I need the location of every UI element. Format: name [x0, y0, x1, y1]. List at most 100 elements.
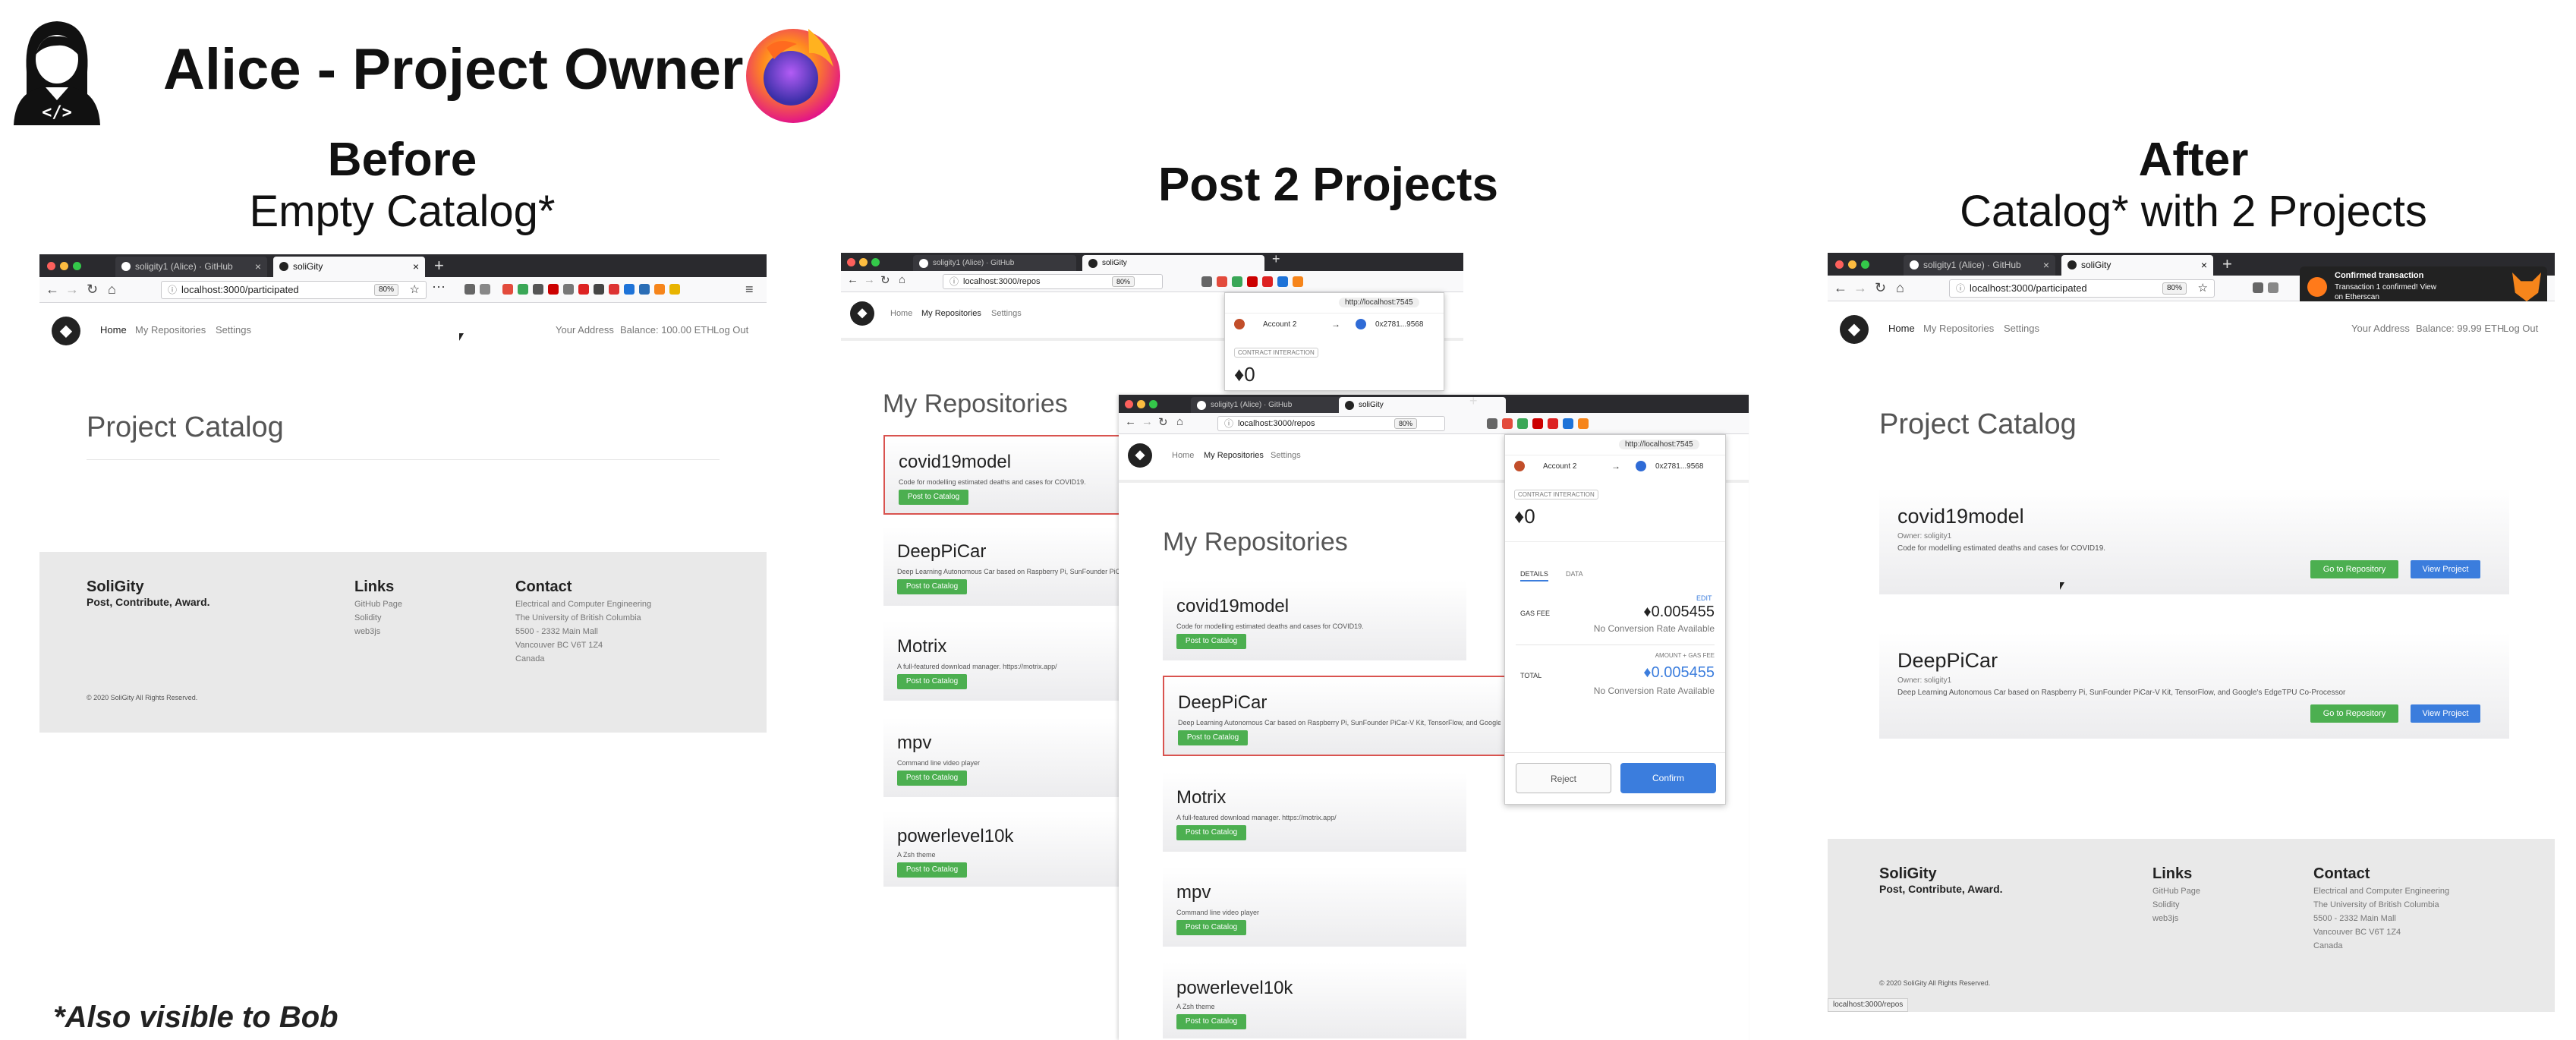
edit-gas-link[interactable]: EDIT — [1696, 594, 1712, 602]
extension-icon[interactable] — [1201, 276, 1212, 287]
close-tab-icon[interactable]: × — [2201, 255, 2207, 276]
nav-settings[interactable]: Settings — [216, 324, 251, 336]
close-window-button[interactable] — [847, 258, 855, 266]
extension-icon[interactable] — [578, 284, 589, 295]
tab-github[interactable]: soligity1 (Alice) · GitHub — [913, 255, 1076, 271]
post-to-catalog-button[interactable]: Post to Catalog — [1176, 920, 1246, 935]
tab-soligity[interactable]: soliGity × — [2061, 255, 2213, 276]
nav-home[interactable]: Home — [890, 309, 912, 318]
reload-icon[interactable]: ↻ — [880, 273, 890, 287]
back-icon[interactable]: ← — [1125, 415, 1136, 428]
extension-icon[interactable] — [1532, 418, 1543, 429]
extension-icon[interactable] — [1502, 418, 1513, 429]
nav-my-repositories[interactable]: My Repositories — [135, 324, 206, 336]
bookmark-star-icon[interactable]: ☆ — [2198, 280, 2208, 297]
footer-link[interactable]: web3js — [2152, 914, 2178, 923]
nav-your-address[interactable]: Your Address — [2351, 323, 2410, 334]
back-icon[interactable]: ← — [1834, 280, 1847, 296]
go-to-repository-button[interactable]: Go to Repository — [2310, 560, 2398, 578]
extension-icon[interactable] — [669, 284, 680, 295]
nav-home[interactable]: Home — [1888, 323, 1915, 334]
library-icon[interactable] — [2253, 282, 2263, 293]
extension-icon[interactable] — [1232, 276, 1242, 287]
more-icon[interactable]: ⋯ — [432, 279, 446, 295]
repo-name[interactable]: mpv — [897, 733, 931, 754]
close-tab-icon[interactable]: × — [413, 257, 419, 277]
repo-name[interactable]: DeepPiCar — [897, 541, 986, 563]
reload-icon[interactable]: ↻ — [87, 282, 98, 298]
metamask-fox-icon[interactable] — [1578, 418, 1589, 429]
minimize-window-button[interactable] — [1137, 400, 1145, 408]
close-window-button[interactable] — [1835, 260, 1844, 269]
menu-icon[interactable]: ≡ — [745, 282, 754, 298]
reload-icon[interactable]: ↻ — [1158, 415, 1168, 429]
repo-name[interactable]: covid19model — [899, 452, 1011, 473]
close-tab-icon[interactable]: × — [2043, 255, 2049, 276]
post-to-catalog-button[interactable]: Post to Catalog — [897, 771, 967, 786]
zoom-indicator[interactable]: 80% — [1393, 418, 1417, 429]
home-icon[interactable]: ⌂ — [899, 273, 905, 286]
extension-icon[interactable] — [1217, 276, 1227, 287]
footer-link[interactable]: web3js — [354, 627, 380, 636]
extension-icon[interactable] — [624, 284, 635, 295]
url-bar[interactable]: ⓘ localhost:3000/repos 80% — [1217, 416, 1445, 431]
maximize-window-button[interactable] — [871, 258, 880, 266]
soligity-logo-icon[interactable]: ◆ — [1840, 315, 1869, 344]
repo-name[interactable]: Motrix — [1176, 787, 1226, 808]
post-to-catalog-button[interactable]: Post to Catalog — [897, 579, 967, 594]
home-icon[interactable]: ⌂ — [108, 282, 116, 298]
footer-link[interactable]: Solidity — [2152, 900, 2179, 909]
repo-name[interactable]: covid19model — [1176, 596, 1289, 617]
nav-logout[interactable]: Log Out — [713, 324, 748, 336]
post-to-catalog-button[interactable]: Post to Catalog — [1178, 730, 1248, 745]
minimize-window-button[interactable] — [859, 258, 868, 266]
metamask-fox-icon[interactable] — [1293, 276, 1303, 287]
nav-settings[interactable]: Settings — [1271, 451, 1301, 460]
extension-icon[interactable] — [639, 284, 650, 295]
forward-icon[interactable]: → — [1142, 415, 1153, 428]
nav-home[interactable]: Home — [100, 324, 127, 336]
extension-icon[interactable] — [533, 284, 543, 295]
repo-name[interactable]: DeepPiCar — [1178, 692, 1267, 714]
new-tab-icon[interactable]: + — [1272, 253, 1280, 267]
post-to-catalog-button[interactable]: Post to Catalog — [899, 490, 968, 505]
post-to-catalog-button[interactable]: Post to Catalog — [1176, 825, 1246, 840]
view-project-button[interactable]: View Project — [2411, 704, 2480, 723]
tab-details[interactable]: DETAILS — [1520, 570, 1548, 581]
extension-icon[interactable] — [502, 284, 513, 295]
home-icon[interactable]: ⌂ — [1896, 280, 1904, 296]
extension-icon[interactable] — [1548, 418, 1558, 429]
forward-icon[interactable]: → — [1853, 280, 1867, 296]
footer-link[interactable]: GitHub Page — [354, 600, 402, 609]
repo-name[interactable]: mpv — [1176, 882, 1211, 903]
post-to-catalog-button[interactable]: Post to Catalog — [897, 862, 967, 878]
soligity-logo-icon[interactable]: ◆ — [1128, 443, 1152, 468]
extension-icon[interactable] — [1247, 276, 1258, 287]
back-icon[interactable]: ← — [847, 273, 858, 286]
nav-my-repositories[interactable]: My Repositories — [1204, 451, 1264, 460]
view-project-button[interactable]: View Project — [2411, 560, 2480, 578]
tab-soligity[interactable]: soliGity × — [273, 257, 425, 277]
extension-icon[interactable] — [1277, 276, 1288, 287]
url-bar[interactable]: ⓘ localhost:3000/repos 80% — [943, 274, 1163, 289]
tab-soligity[interactable]: soliGity — [1082, 255, 1264, 271]
extension-icon[interactable] — [1517, 418, 1528, 429]
minimize-window-button[interactable] — [60, 262, 68, 270]
forward-icon[interactable]: → — [864, 273, 875, 286]
library-icon[interactable] — [464, 284, 475, 295]
maximize-window-button[interactable] — [1861, 260, 1869, 269]
go-to-repository-button[interactable]: Go to Repository — [2310, 704, 2398, 723]
nav-logout[interactable]: Log Out — [2503, 323, 2538, 334]
close-window-button[interactable] — [47, 262, 55, 270]
zoom-indicator[interactable]: 80% — [1111, 276, 1135, 287]
new-tab-icon[interactable]: + — [434, 256, 444, 276]
soligity-logo-icon[interactable]: ◆ — [850, 301, 874, 326]
close-window-button[interactable] — [1125, 400, 1133, 408]
sidebar-icon[interactable] — [480, 284, 490, 295]
repo-name[interactable]: powerlevel10k — [1176, 978, 1293, 999]
close-tab-icon[interactable]: × — [255, 257, 261, 277]
reload-icon[interactable]: ↻ — [1875, 280, 1886, 296]
tab-github[interactable]: soligity1 (Alice) · GitHub × — [115, 257, 267, 277]
maximize-window-button[interactable] — [73, 262, 81, 270]
nav-my-repositories[interactable]: My Repositories — [921, 309, 981, 318]
